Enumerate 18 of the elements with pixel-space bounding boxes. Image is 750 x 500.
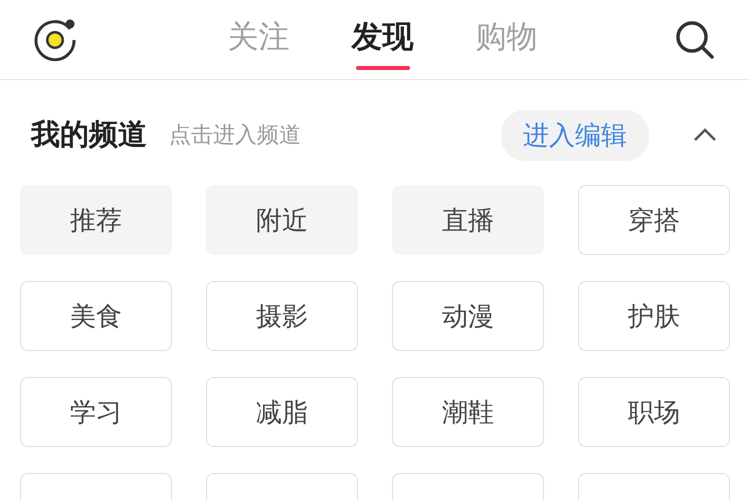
channel-chip[interactable]: 摄影 (206, 281, 358, 351)
collapse-chevron-icon[interactable] (693, 128, 717, 142)
channel-chip[interactable]: 直播 (392, 185, 544, 255)
channel-chip[interactable]: 护肤 (578, 281, 730, 351)
section-hint: 点击进入频道 (169, 122, 302, 150)
tab[interactable]: 发现 (352, 10, 414, 70)
channel-chip[interactable]: 美食 (20, 281, 172, 351)
channel-chip[interactable]: 穿搭 (578, 185, 730, 255)
channel-chip[interactable]: 职场 (578, 377, 730, 447)
search-icon[interactable] (675, 20, 715, 60)
channel-chip[interactable]: 学习 (20, 377, 172, 447)
channel-chip[interactable]: 动漫 (392, 281, 544, 351)
channel-chip[interactable]: 附近 (206, 185, 358, 255)
channel-chip[interactable]: 减脂 (206, 377, 358, 447)
section-title: 我的频道 (31, 116, 147, 153)
channel-chip[interactable]: 推荐 (20, 185, 172, 255)
channel-chip[interactable]: 潮鞋 (392, 377, 544, 447)
camera-lens-icon[interactable] (32, 16, 78, 62)
